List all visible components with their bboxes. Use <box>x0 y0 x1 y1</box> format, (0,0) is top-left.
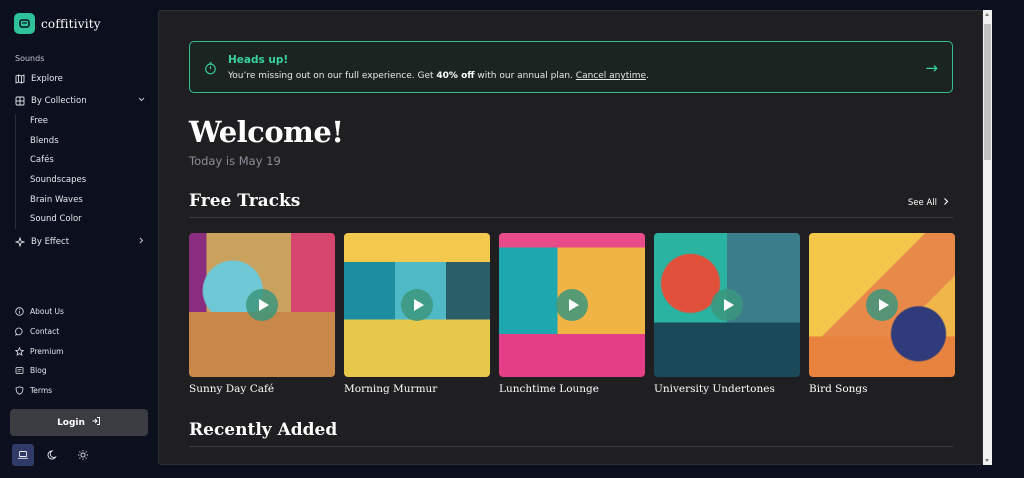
track-card-morning-murmur[interactable]: Morning Murmur <box>344 233 490 395</box>
sidebar: coffitivity Sounds Explore By Collection… <box>0 0 158 478</box>
track-artwork <box>344 233 490 377</box>
see-all-label: See All <box>907 198 937 208</box>
chevron-right-icon <box>137 236 146 248</box>
laptop-icon[interactable] <box>12 444 34 466</box>
sun-icon[interactable] <box>72 444 94 466</box>
play-icon[interactable] <box>866 289 898 321</box>
promo-banner[interactable]: Heads up! You’re missing out on our full… <box>189 41 953 93</box>
free-tracks-list: Sunny Day Café Morning Murmur Lunchtime … <box>189 233 955 395</box>
collection-item-soundscapes[interactable]: Soundscapes <box>30 175 86 185</box>
login-icon <box>91 416 101 429</box>
footer-item-terms[interactable]: Terms <box>14 385 52 395</box>
track-title: University Undertones <box>654 383 775 395</box>
track-card-lunchtime-lounge[interactable]: Lunchtime Lounge <box>499 233 645 395</box>
track-artwork <box>654 233 800 377</box>
track-title: Bird Songs <box>809 383 868 395</box>
today-date: Today is May 19 <box>189 154 281 168</box>
track-title: Morning Murmur <box>344 383 438 395</box>
track-card-university-undertones[interactable]: University Undertones <box>654 233 800 395</box>
coffee-cup-icon <box>14 13 35 34</box>
footer-item-contact[interactable]: Contact <box>14 326 59 336</box>
chat-icon <box>14 326 24 336</box>
footer-item-label: Blog <box>30 365 47 375</box>
scroll-down-icon[interactable] <box>985 459 989 462</box>
free-tracks-title: Free Tracks <box>189 191 301 211</box>
shield-icon <box>14 385 24 395</box>
map-icon <box>14 74 25 85</box>
collection-item-blends[interactable]: Blends <box>30 136 59 146</box>
news-icon <box>14 365 24 375</box>
collection-submenu-line <box>15 114 16 229</box>
play-icon[interactable] <box>246 289 278 321</box>
footer-item-label: Premium <box>30 346 64 356</box>
chevron-down-icon <box>137 95 146 107</box>
track-card-sunny-day-cafe[interactable]: Sunny Day Café <box>189 233 335 395</box>
see-all-link[interactable]: See All <box>908 197 950 209</box>
scrollbar-thumb[interactable] <box>984 24 991 160</box>
track-title: Sunny Day Café <box>189 383 275 395</box>
play-icon[interactable] <box>401 289 433 321</box>
main-content: Heads up! You’re missing out on our full… <box>158 10 983 465</box>
footer-item-label: About Us <box>30 306 64 316</box>
track-artwork <box>189 233 335 377</box>
recently-added-title: Recently Added <box>189 420 338 440</box>
footer-item-about-us[interactable]: About Us <box>14 306 64 316</box>
footer-item-blog[interactable]: Blog <box>14 365 47 375</box>
cancel-anytime-link[interactable]: Cancel anytime <box>576 71 646 81</box>
login-button[interactable]: Login <box>10 409 148 436</box>
play-icon[interactable] <box>556 289 588 321</box>
info-icon <box>14 306 24 316</box>
brand-name: coffitivity <box>41 16 101 31</box>
star-icon <box>14 346 24 356</box>
footer-item-label: Terms <box>30 385 53 395</box>
collection-item-brain-waves[interactable]: Brain Waves <box>30 195 83 205</box>
scroll-up-icon[interactable] <box>985 13 989 16</box>
banner-text: You’re missing out on our full experienc… <box>228 71 649 81</box>
banner-text-part: . <box>646 71 649 81</box>
collection-item-free[interactable]: Free <box>30 116 48 126</box>
banner-title: Heads up! <box>228 54 289 66</box>
track-title: Lunchtime Lounge <box>499 383 599 395</box>
collection-item-sound-color[interactable]: Sound Color <box>30 214 82 224</box>
brand[interactable]: coffitivity <box>14 13 101 34</box>
track-artwork <box>809 233 955 377</box>
banner-text-part: You’re missing out on our full experienc… <box>228 71 437 81</box>
sidebar-item-label: By Collection <box>31 96 87 106</box>
track-artwork <box>499 233 645 377</box>
timer-icon <box>204 60 217 79</box>
sidebar-item-explore[interactable]: Explore <box>14 72 146 86</box>
arrow-right-icon[interactable]: → <box>925 59 938 77</box>
main-scrollbar[interactable] <box>983 10 992 465</box>
sparkle-icon <box>14 237 25 248</box>
banner-text-part: with our annual plan. <box>474 71 576 81</box>
grid-icon <box>14 96 25 107</box>
footer-item-premium[interactable]: Premium <box>14 346 63 356</box>
footer-item-label: Contact <box>30 326 60 336</box>
sidebar-item-label: By Effect <box>31 237 70 247</box>
banner-discount: 40% off <box>436 71 475 81</box>
collection-item-cafes[interactable]: Cafés <box>30 155 54 165</box>
page-title: Welcome! <box>189 115 344 149</box>
play-icon[interactable] <box>711 289 743 321</box>
sidebar-section-title: Sounds <box>15 54 45 63</box>
sidebar-item-label: Explore <box>31 74 63 84</box>
sidebar-item-by-collection[interactable]: By Collection <box>14 94 146 108</box>
login-button-label: Login <box>57 417 85 428</box>
theme-switcher <box>12 444 94 466</box>
free-tracks-header: Free Tracks See All <box>189 191 953 218</box>
moon-icon[interactable] <box>42 444 64 466</box>
recently-added-header: Recently Added <box>189 420 953 447</box>
chevron-right-icon <box>942 197 950 209</box>
track-card-bird-songs[interactable]: Bird Songs <box>809 233 955 395</box>
sidebar-item-by-effect[interactable]: By Effect <box>14 235 146 249</box>
